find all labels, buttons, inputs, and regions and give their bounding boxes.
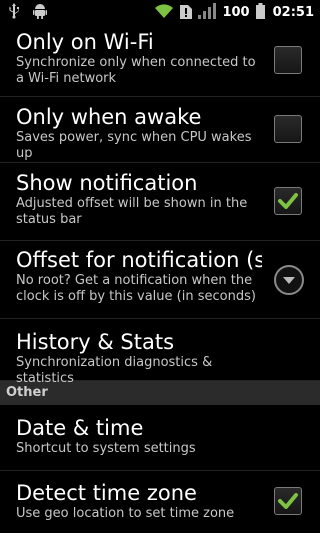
- only-on-wifi-checkbox[interactable]: [274, 45, 304, 76]
- pref-title: Only on Wi-Fi: [16, 30, 154, 54]
- pref-summary: No root? Get a notification when the clo…: [16, 273, 256, 304]
- offset-dropdown-button[interactable]: [274, 264, 304, 295]
- pref-summary: Synchronization diagnostics & statistics: [16, 355, 213, 386]
- pref-summary: Use geo location to set time zone: [16, 506, 235, 521]
- pref-title: Show notification: [16, 171, 198, 195]
- clock: 02:51: [272, 5, 314, 20]
- pref-title: Offset for notification (se: [16, 248, 262, 272]
- status-bar: 100 02:51: [0, 0, 320, 25]
- pref-summary: Shortcut to system settings: [16, 441, 196, 456]
- android-debug-icon: [32, 3, 48, 23]
- check-mark-icon: [278, 192, 298, 209]
- pref-only-on-wifi[interactable]: Only on Wi-Fi Synchronize only when conn…: [0, 25, 320, 97]
- pref-title: History & Stats: [16, 330, 175, 354]
- show-notification-checkbox[interactable]: [274, 186, 304, 217]
- chevron-down-icon: [283, 276, 295, 284]
- usb-icon: [8, 2, 20, 23]
- wifi-icon: [154, 3, 174, 23]
- pref-title: Detect time zone: [16, 481, 197, 505]
- pref-summary: Saves power, sync when CPU wakes up: [16, 130, 252, 161]
- battery-icon: [255, 2, 265, 23]
- pref-show-notification[interactable]: Show notification Adjusted offset will b…: [0, 163, 320, 241]
- check-mark-icon: [278, 493, 298, 509]
- pref-offset-for-notification[interactable]: Offset for notification (se No root? Get…: [0, 241, 320, 319]
- pref-summary: Synchronize only when connected to a Wi-…: [16, 55, 256, 86]
- pref-date-time[interactable]: Date & time Shortcut to system settings: [0, 405, 320, 471]
- pref-summary: Adjusted offset will be shown in the sta…: [16, 196, 248, 227]
- preference-list: Only on Wi-Fi Synchronize only when conn…: [0, 25, 320, 533]
- pref-title: Date & time: [16, 416, 144, 440]
- pref-detect-time-zone[interactable]: Detect time zone Use geo location to set…: [0, 471, 320, 533]
- only-when-awake-checkbox[interactable]: [274, 114, 304, 145]
- alert-icon: [180, 3, 193, 23]
- pref-history-stats[interactable]: History & Stats Synchronization diagnost…: [0, 319, 320, 386]
- detect-time-zone-checkbox[interactable]: [274, 487, 304, 517]
- signal-icon: [198, 2, 217, 23]
- battery-level: 100: [222, 5, 250, 20]
- pref-only-when-awake[interactable]: Only when awake Saves power, sync when C…: [0, 97, 320, 163]
- pref-title: Only when awake: [16, 105, 202, 129]
